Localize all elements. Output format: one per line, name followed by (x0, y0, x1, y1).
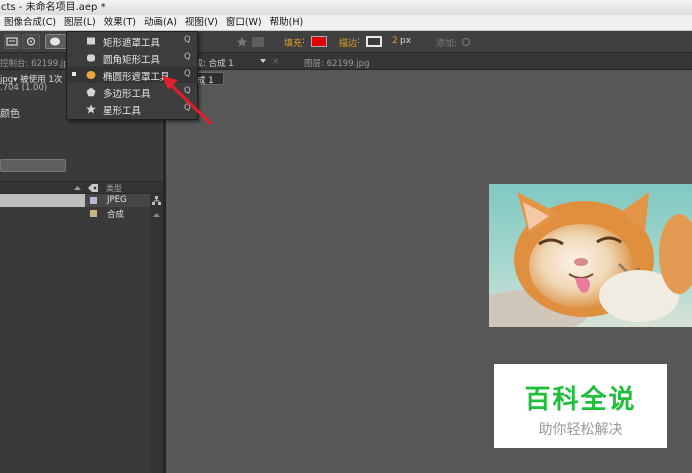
project-column-header: 类型 (0, 181, 163, 194)
fill-label[interactable]: 填充 (284, 36, 302, 49)
rounded-rectangle-icon (86, 53, 96, 63)
layer-tab[interactable]: 图层: 62199.jpg (304, 57, 369, 69)
window-title: cts - 未命名项目.aep * (1, 2, 106, 13)
annotation-arrow-icon (162, 76, 212, 125)
polygon-icon (86, 87, 96, 97)
menu-effects[interactable]: 效果(T) (100, 15, 140, 30)
project-search-input[interactable] (0, 159, 66, 172)
project-item-row-selected[interactable] (0, 194, 85, 207)
fill-toggle-icon[interactable] (252, 37, 264, 47)
project-scrollbar[interactable] (150, 194, 163, 473)
add-dropdown-icon[interactable] (462, 38, 470, 46)
viewer-tabbar: 合成: 合成 1 × 图层: 62199.jpg (166, 53, 692, 70)
type-cell: JPEG (107, 195, 127, 205)
type-cell: 合成 (107, 210, 125, 220)
menu-composition[interactable]: 图像合成(C) (0, 15, 60, 30)
table-row[interactable]: 合成 (85, 207, 150, 220)
fill-color-swatch[interactable] (311, 36, 327, 47)
title-bar: cts - 未命名项目.aep * (0, 0, 692, 15)
watermark-subtitle: 助你轻松解决 (538, 422, 623, 438)
cat-footage-image[interactable] (489, 184, 692, 327)
table-row[interactable]: JPEG (85, 194, 150, 207)
menu-item-rounded-rectangle[interactable]: 圆角矩形工具 Q (67, 49, 197, 66)
project-panel: jpg▾ 被使用 1次 .704 (1.00) 颜色 类型 JPEG 合成 (0, 70, 163, 473)
hand-tool-icon[interactable] (4, 34, 20, 49)
sort-up-icon[interactable] (73, 184, 82, 192)
star-icon (86, 104, 96, 114)
watermark-title: 百科全说 (524, 385, 637, 415)
composition-tab-dropdown-icon[interactable] (258, 56, 268, 66)
menu-bar: 图像合成(C) 图层(L) 效果(T) 动画(A) 视图(V) 窗口(W) 帮助… (0, 15, 692, 31)
add-label: 添加: (436, 39, 458, 49)
stroke-width-value[interactable]: 2 (392, 36, 398, 46)
scroll-up-icon[interactable] (152, 211, 161, 218)
label-color-swatch[interactable] (90, 197, 97, 204)
stroke-width-unit: px (400, 36, 412, 46)
menu-help[interactable]: 帮助(H) (266, 15, 308, 30)
menu-window[interactable]: 窗口(W) (222, 15, 266, 30)
menu-item-rectangle-mask[interactable]: 矩形遮罩工具 Q (67, 32, 197, 49)
close-tab-icon[interactable]: × (272, 57, 279, 67)
pan-behind-tool-icon[interactable] (22, 34, 40, 49)
shape-tool-button[interactable] (45, 34, 67, 49)
label-color-swatch[interactable] (90, 210, 97, 217)
label-tag-icon[interactable] (87, 183, 99, 193)
rectangle-icon (86, 36, 96, 46)
watermark-logo: 百科全说 助你轻松解决 (494, 364, 667, 448)
effects-control-tab[interactable]: 控制台: 62199.jp (0, 57, 69, 69)
selected-check-icon (72, 72, 76, 76)
footage-pixel-ratio: .704 (1.00) (0, 83, 48, 93)
type-column-header[interactable]: 类型 (106, 183, 122, 194)
stroke-color-swatch[interactable] (366, 36, 382, 47)
flowchart-icon[interactable] (152, 196, 161, 205)
star-toggle-icon[interactable] (236, 37, 248, 47)
stroke-label[interactable]: 描边 (339, 36, 357, 49)
menu-layer[interactable]: 图层(L) (60, 15, 100, 30)
menu-view[interactable]: 视图(V) (181, 15, 222, 30)
ellipse-icon (86, 70, 96, 80)
menu-animation[interactable]: 动画(A) (140, 15, 181, 30)
color-label: 颜色 (0, 109, 20, 120)
